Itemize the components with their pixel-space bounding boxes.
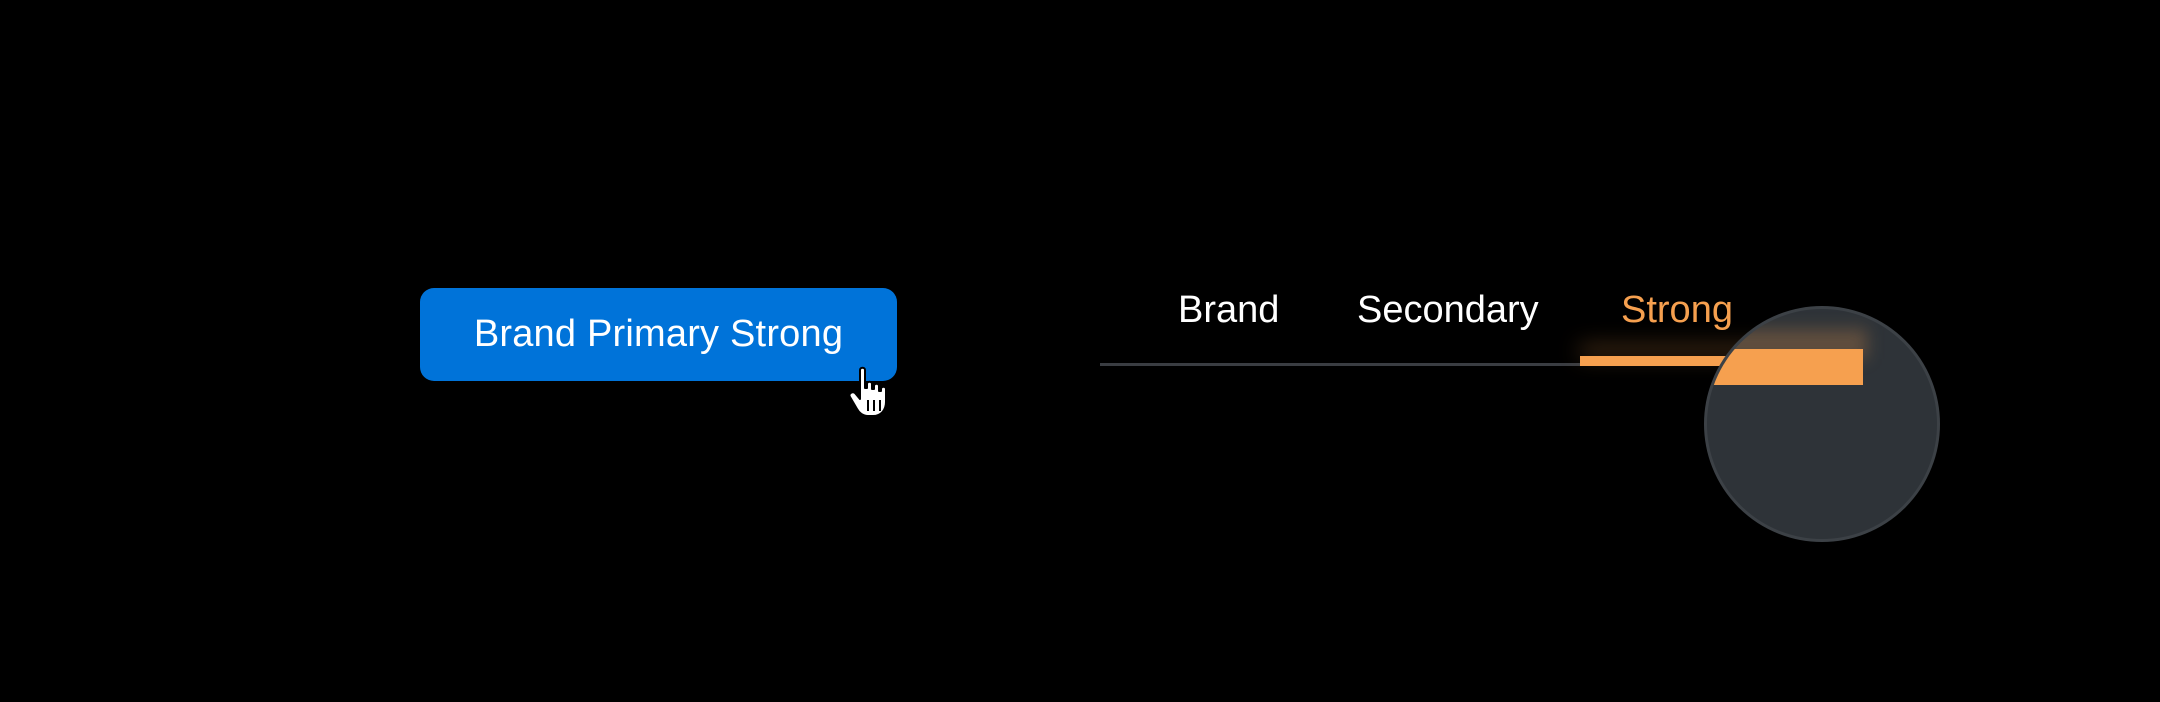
tab-label: Secondary [1357, 289, 1539, 331]
tab-label: Brand [1178, 289, 1280, 331]
magnified-tab-indicator [1707, 349, 1863, 385]
canvas: Brand Primary Strong Brand Secondary Str… [0, 0, 2160, 702]
tab-secondary[interactable]: Secondary [1357, 280, 1539, 350]
magnifier-lens [1704, 306, 1940, 542]
tab-label: Strong [1621, 289, 1733, 331]
tab-brand[interactable]: Brand [1178, 280, 1279, 350]
brand-primary-strong-button[interactable]: Brand Primary Strong [420, 288, 897, 381]
hand-pointer-icon [848, 366, 887, 417]
